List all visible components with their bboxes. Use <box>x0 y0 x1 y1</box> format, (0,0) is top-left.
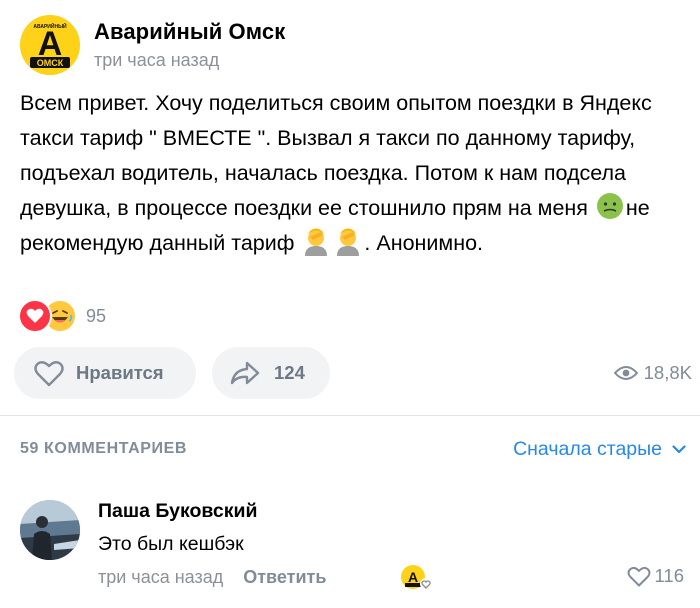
comment-avatar[interactable] <box>20 500 80 560</box>
nauseated-face-icon <box>596 193 623 219</box>
share-icon <box>230 361 260 385</box>
group-avatar[interactable]: А ОМСК АВАРИЙНЫЙ <box>20 15 80 75</box>
views-counter: 18,8K <box>613 347 692 399</box>
comment-like-button[interactable]: 116 <box>627 565 685 587</box>
person-facepalming-icon <box>305 228 328 256</box>
person-facepalming-icon <box>337 228 360 256</box>
reactions-summary[interactable]: 95 <box>18 298 106 334</box>
sort-dropdown[interactable]: Сначала старые <box>513 438 686 461</box>
svg-text:А: А <box>408 569 418 585</box>
comment-author[interactable]: Паша Буковский <box>98 500 257 523</box>
comments-header: 59 КОММЕНТАРИЕВ Сначала старые <box>20 434 686 464</box>
post-text-part-1: Всем привет. Хочу поделиться своим опыто… <box>20 91 652 220</box>
avatar-logo-top: АВАРИЙНЫЙ <box>33 22 67 30</box>
sort-label: Сначала старые <box>513 437 662 460</box>
comment-like-count: 116 <box>654 565 685 586</box>
group-name[interactable]: Аварийный Омск <box>94 19 285 45</box>
comment-meta: три часа назад Ответить <box>98 567 326 588</box>
like-button[interactable]: Нравится <box>14 347 196 399</box>
comments-count: 59 КОММЕНТАРИЕВ <box>20 440 188 457</box>
eye-icon <box>613 366 638 380</box>
post-time: три часа назад <box>94 50 220 70</box>
share-button[interactable]: 124 <box>212 347 330 399</box>
post-text-part-3: . Анонимно. <box>364 231 484 255</box>
heart-outline-icon <box>34 360 64 386</box>
heart-icon <box>18 299 52 333</box>
chevron-down-icon <box>672 444 686 453</box>
post-text: Всем привет. Хочу поделиться своим опыто… <box>20 86 692 261</box>
avatar-logo-city: ОМСК <box>37 58 64 68</box>
comment-text: Это был кешбэк <box>98 533 244 555</box>
reactions-count: 95 <box>86 305 107 326</box>
post-actions: Нравится 124 18,8K <box>14 347 692 399</box>
views-count: 18,8K <box>643 362 692 383</box>
reply-button[interactable]: Ответить <box>243 567 326 588</box>
like-label: Нравится <box>76 362 164 383</box>
post-header: А ОМСК АВАРИЙНЫЙ Аварийный Омск три часа… <box>20 14 285 76</box>
heart-outline-icon <box>627 566 650 586</box>
group-reaction-badge-icon: А <box>401 565 432 590</box>
share-count: 124 <box>274 362 305 383</box>
divider <box>0 415 700 416</box>
comment-time: три часа назад <box>98 567 224 587</box>
